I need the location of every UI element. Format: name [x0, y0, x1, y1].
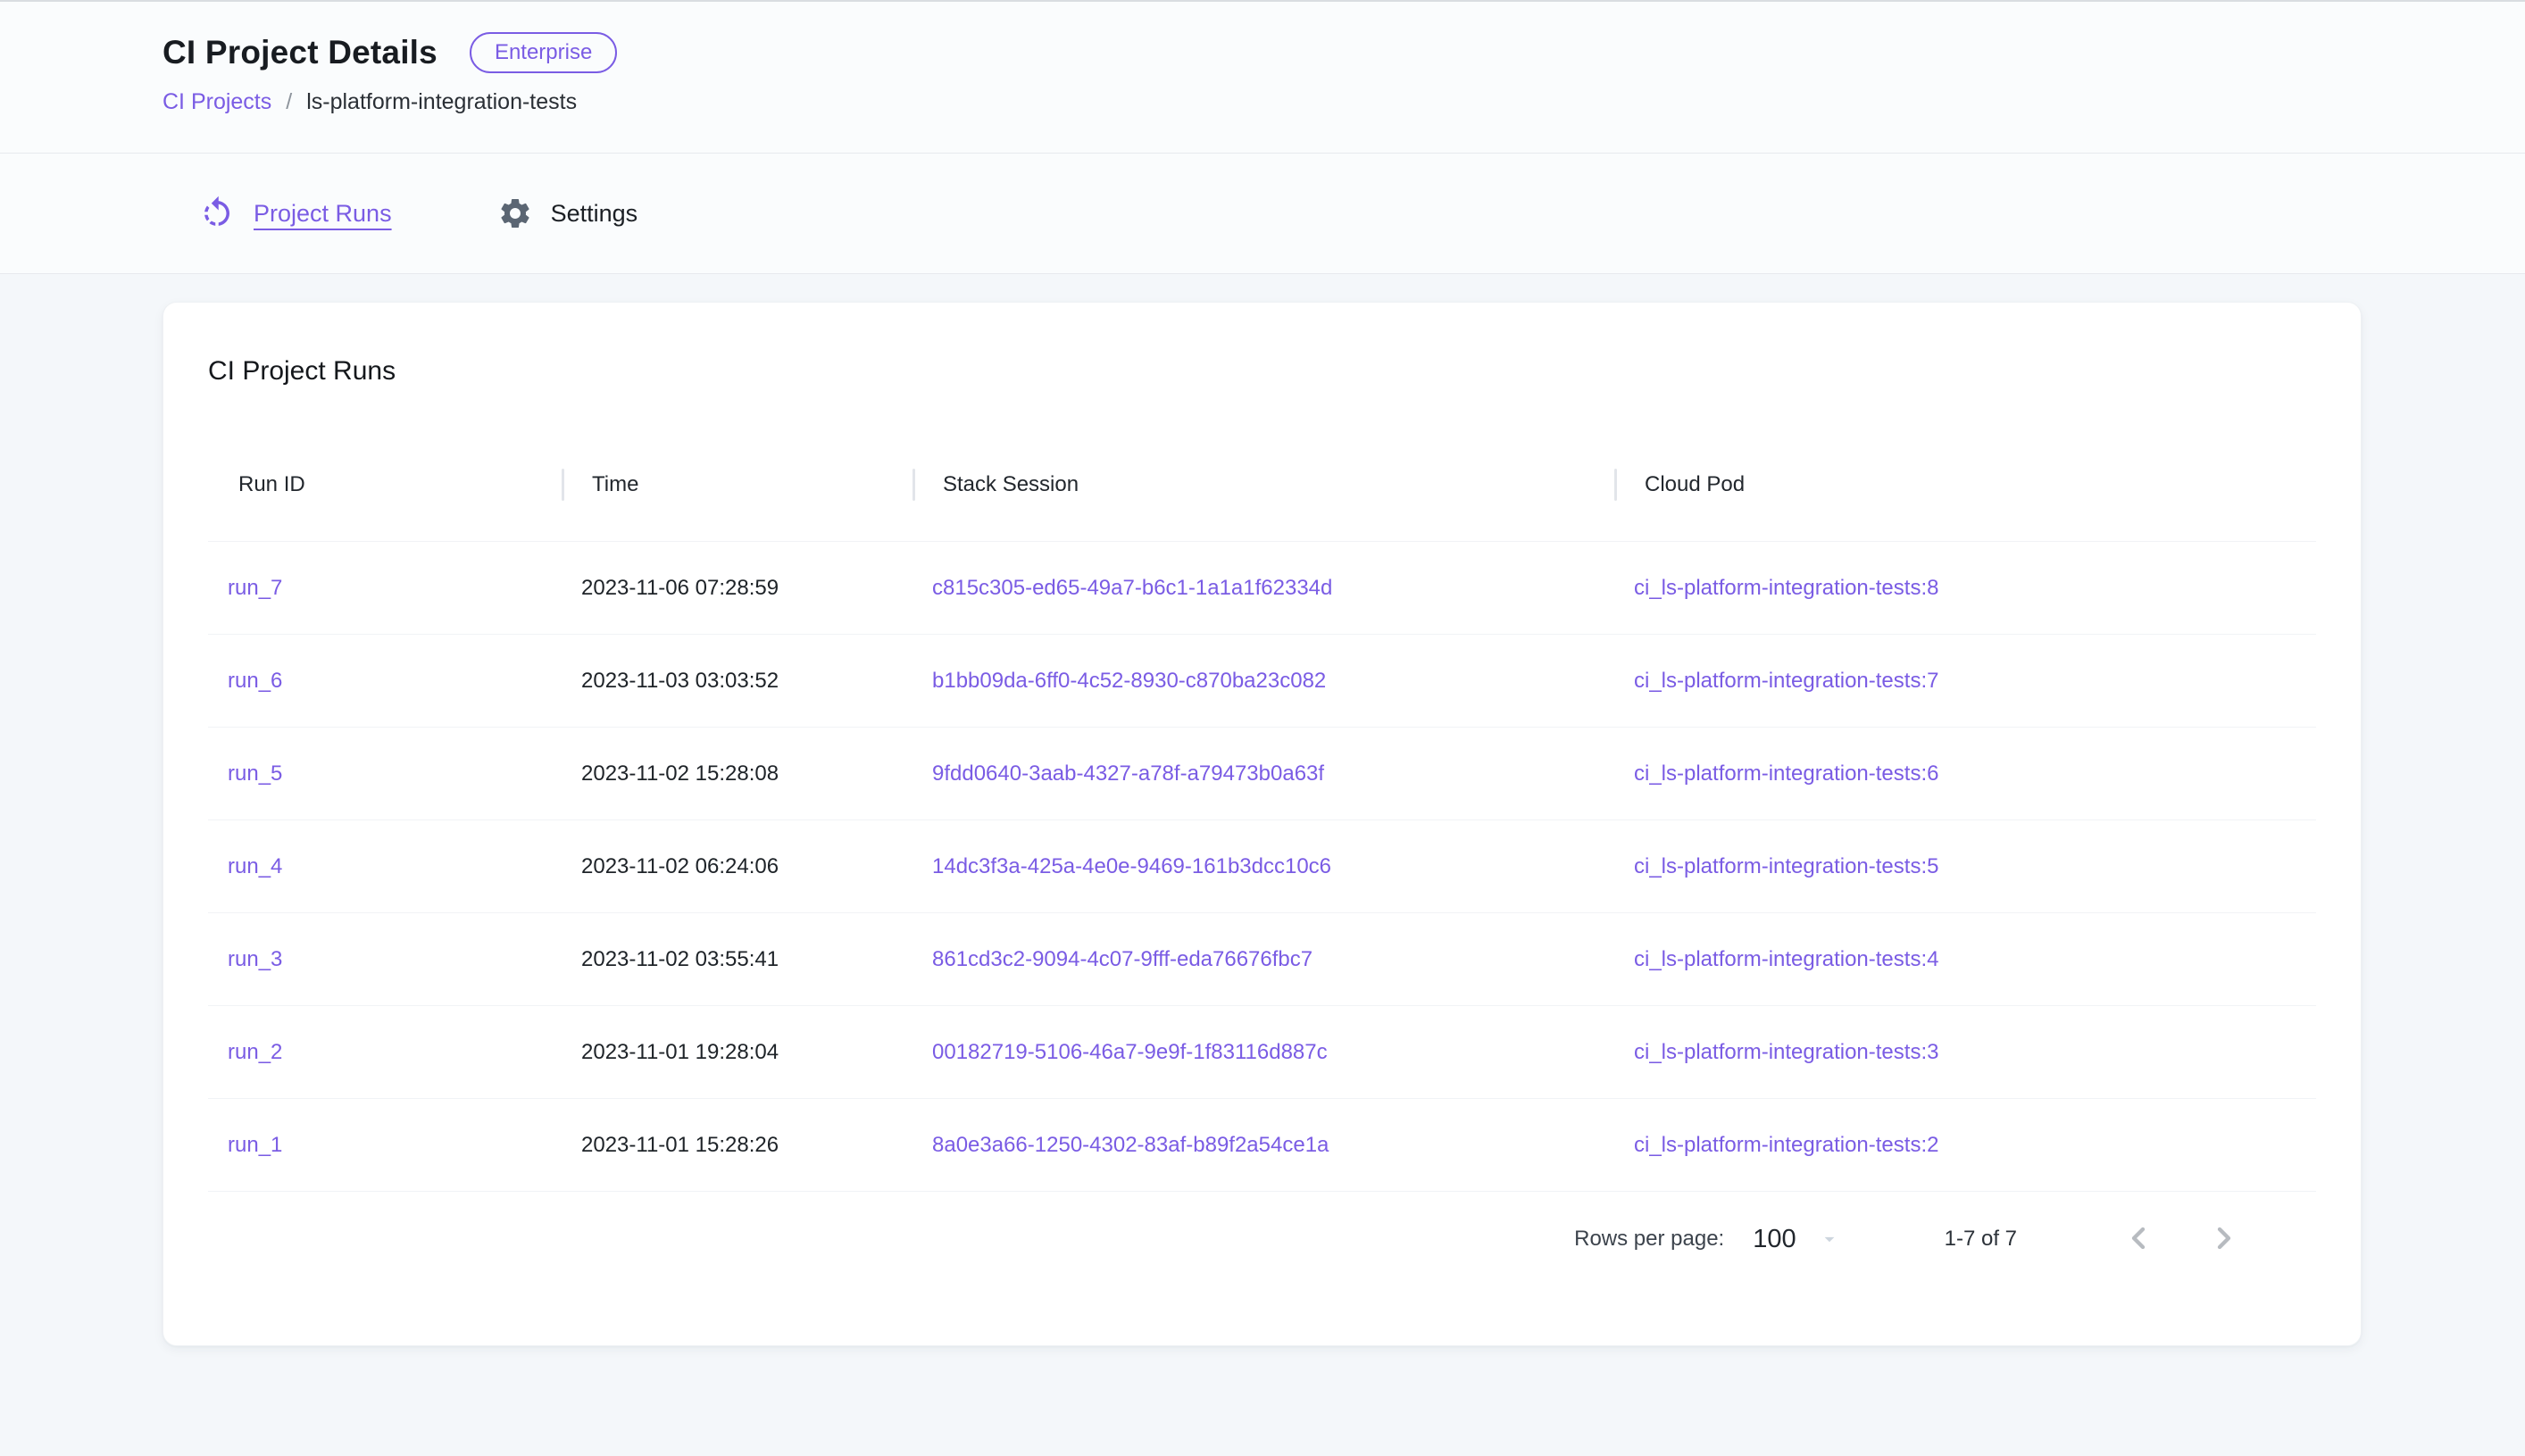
- stack-session-link[interactable]: c815c305-ed65-49a7-b6c1-1a1a1f62334d: [932, 576, 1332, 600]
- run-id-link[interactable]: run_5: [228, 761, 282, 786]
- card-title: CI Project Runs: [208, 303, 2316, 387]
- pagination-range-label: 1-7 of 7: [1945, 1227, 2017, 1252]
- rows-per-page-select[interactable]: 100: [1753, 1225, 1840, 1254]
- cloud-pod-link[interactable]: ci_ls-platform-integration-tests:5: [1634, 854, 1938, 878]
- tab-settings[interactable]: Settings: [497, 196, 638, 231]
- tab-bar: Project Runs Settings: [0, 154, 2525, 274]
- next-page-button[interactable]: [2206, 1220, 2242, 1259]
- run-id-link[interactable]: run_6: [228, 669, 282, 693]
- time-cell: 2023-11-06 07:28:59: [581, 576, 779, 600]
- breadcrumb-current: ls-platform-integration-tests: [306, 89, 577, 115]
- chevron-right-icon: [2206, 1220, 2242, 1259]
- time-cell: 2023-11-01 19:28:04: [581, 1040, 779, 1064]
- run-id-link[interactable]: run_7: [228, 576, 282, 600]
- stack-session-link[interactable]: 14dc3f3a-425a-4e0e-9469-161b3dcc10c6: [932, 854, 1331, 878]
- column-header-time: Time: [562, 428, 912, 541]
- run-id-link[interactable]: run_1: [228, 1133, 282, 1157]
- column-header-stack-session: Stack Session: [912, 428, 1614, 541]
- cloud-pod-link[interactable]: ci_ls-platform-integration-tests:8: [1634, 576, 1938, 600]
- gear-icon: [497, 196, 533, 231]
- cloud-pod-link[interactable]: ci_ls-platform-integration-tests:7: [1634, 669, 1938, 693]
- page-title: CI Project Details: [162, 34, 438, 71]
- breadcrumb-separator: /: [286, 89, 292, 115]
- page-header: CI Project Details Enterprise CI Project…: [0, 0, 2525, 154]
- enterprise-badge: Enterprise: [470, 32, 617, 73]
- stack-session-link[interactable]: 00182719-5106-46a7-9e9f-1f83116d887c: [932, 1040, 1328, 1064]
- run-id-link[interactable]: run_4: [228, 854, 282, 878]
- table-row: run_3 2023-11-02 03:55:41 861cd3c2-9094-4c…: [208, 913, 2316, 1006]
- table-header-row: Run ID Time Stack Session Cloud Pod: [208, 428, 2316, 542]
- tab-project-runs-label: Project Runs: [254, 200, 392, 228]
- stack-session-link[interactable]: 9fdd0640-3aab-4327-a78f-a79473b0a63f: [932, 761, 1324, 786]
- breadcrumb-parent-link[interactable]: CI Projects: [162, 89, 271, 115]
- table-row: run_7 2023-11-06 07:28:59 c815c305-ed65-49…: [208, 542, 2316, 635]
- tab-settings-label: Settings: [551, 200, 638, 228]
- run-id-link[interactable]: run_3: [228, 947, 282, 971]
- rows-per-page-value: 100: [1753, 1225, 1796, 1254]
- rows-per-page-label: Rows per page:: [1574, 1227, 1724, 1252]
- table-row: run_5 2023-11-02 15:28:08 9fdd0640-3aab-43…: [208, 728, 2316, 820]
- dropdown-caret-icon: [1818, 1227, 1841, 1251]
- history-icon: [198, 195, 236, 232]
- time-cell: 2023-11-02 03:55:41: [581, 947, 779, 971]
- table-body: run_7 2023-11-06 07:28:59 c815c305-ed65-49…: [208, 542, 2316, 1192]
- time-cell: 2023-11-02 15:28:08: [581, 761, 779, 786]
- previous-page-button[interactable]: [2121, 1220, 2156, 1259]
- stack-session-link[interactable]: 8a0e3a66-1250-4302-83af-b89f2a54ce1a: [932, 1133, 1329, 1157]
- stack-session-link[interactable]: 861cd3c2-9094-4c07-9fff-eda76676fbc7: [932, 947, 1312, 971]
- table-row: run_4 2023-11-02 06:24:06 14dc3f3a-425a-4e…: [208, 820, 2316, 913]
- table-row: run_6 2023-11-03 03:03:52 b1bb09da-6ff0-4c…: [208, 635, 2316, 728]
- time-cell: 2023-11-02 06:24:06: [581, 854, 779, 878]
- table-row: run_2 2023-11-01 19:28:04 00182719-5106-46…: [208, 1006, 2316, 1099]
- content-area: CI Project Runs Run ID Time Stack Sessio…: [0, 274, 2525, 1346]
- cloud-pod-link[interactable]: ci_ls-platform-integration-tests:3: [1634, 1040, 1938, 1064]
- column-header-run-id: Run ID: [208, 428, 562, 541]
- stack-session-link[interactable]: b1bb09da-6ff0-4c52-8930-c870ba23c082: [932, 669, 1326, 693]
- cloud-pod-link[interactable]: ci_ls-platform-integration-tests:2: [1634, 1133, 1938, 1157]
- page: CI Project Details Enterprise CI Project…: [0, 0, 2525, 1456]
- table-row: run_1 2023-11-01 15:28:26 8a0e3a66-1250-43…: [208, 1099, 2316, 1192]
- cloud-pod-link[interactable]: ci_ls-platform-integration-tests:4: [1634, 947, 1938, 971]
- tab-project-runs[interactable]: Project Runs: [198, 195, 392, 232]
- run-id-link[interactable]: run_2: [228, 1040, 282, 1064]
- cloud-pod-link[interactable]: ci_ls-platform-integration-tests:6: [1634, 761, 1938, 786]
- pagination-bar: Rows per page: 100 1-7 of 7: [208, 1192, 2316, 1286]
- chevron-left-icon: [2121, 1220, 2156, 1259]
- ci-project-runs-card: CI Project Runs Run ID Time Stack Sessio…: [162, 302, 2362, 1346]
- column-header-cloud-pod: Cloud Pod: [1614, 428, 2316, 541]
- breadcrumb: CI Projects / ls-platform-integration-te…: [162, 89, 2525, 115]
- time-cell: 2023-11-03 03:03:52: [581, 669, 779, 693]
- time-cell: 2023-11-01 15:28:26: [581, 1133, 779, 1157]
